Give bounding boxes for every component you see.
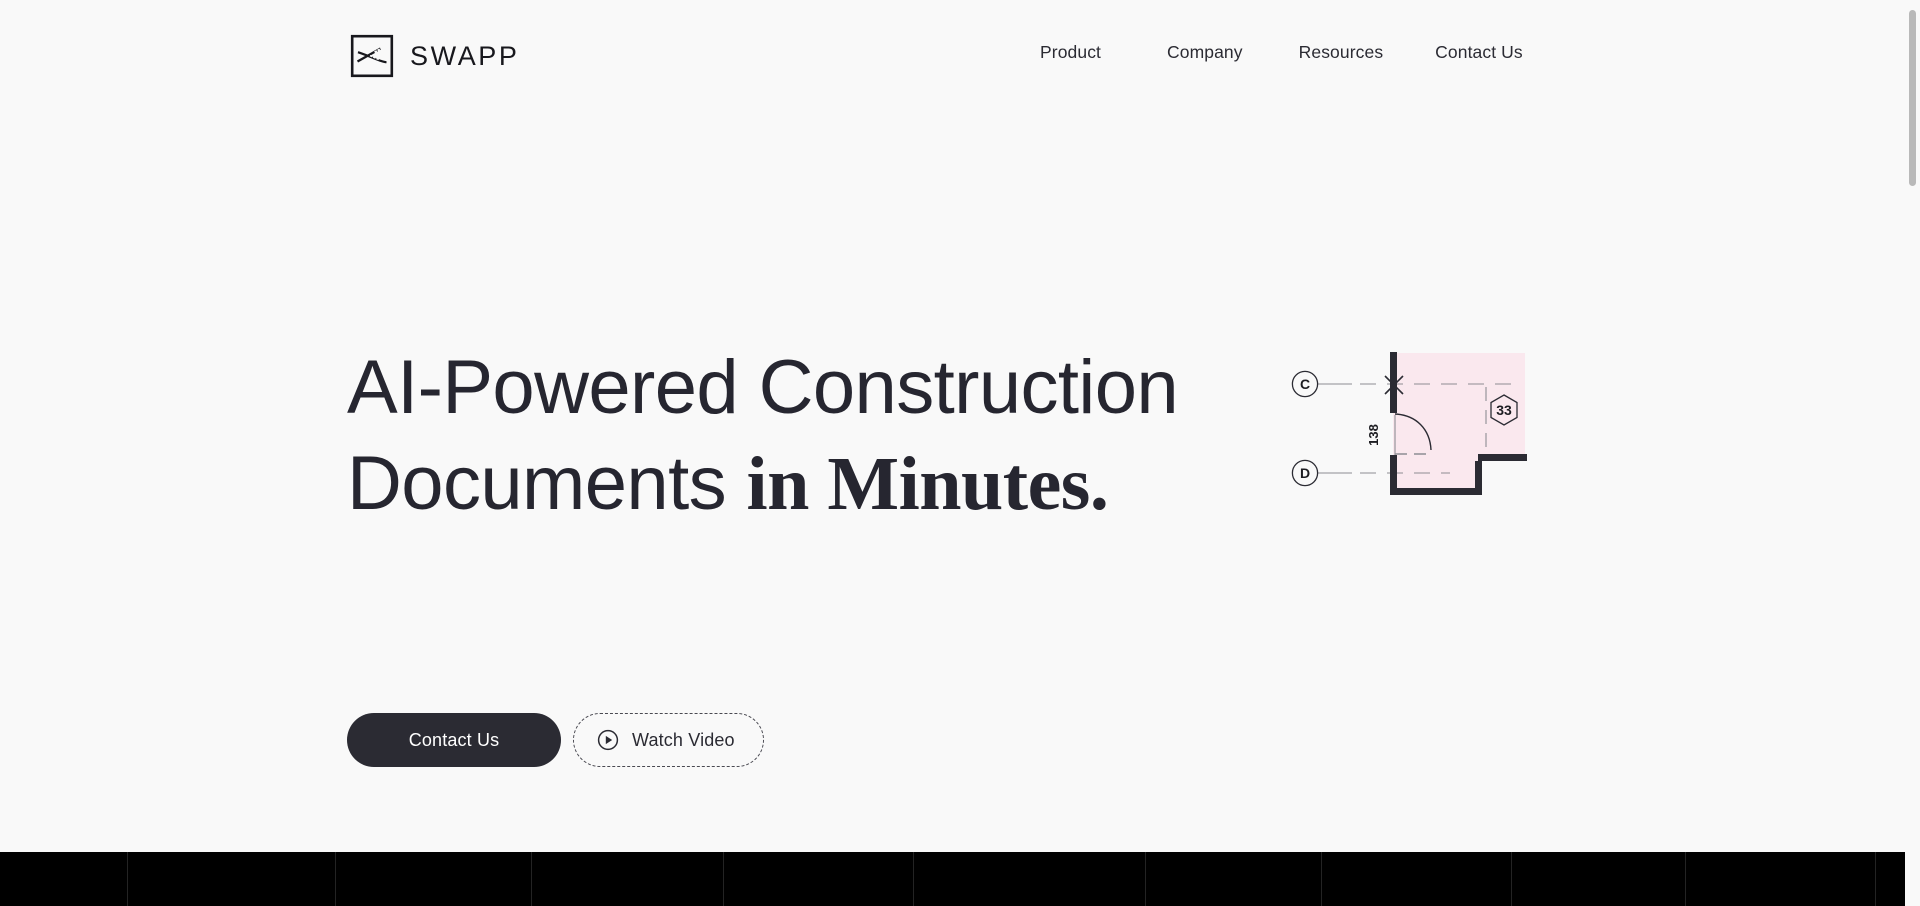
partner-logo-cell — [1512, 852, 1686, 906]
hero-actions: Contact Us Watch Video — [347, 713, 764, 767]
partner-logo-cell — [1322, 852, 1512, 906]
partner-logo-cell — [128, 852, 336, 906]
hero-copy: AI-Powered Construction Documents in Min… — [347, 340, 1307, 532]
watch-video-label: Watch Video — [632, 729, 735, 750]
play-circle-icon — [597, 729, 619, 751]
partner-logo-band — [0, 852, 1920, 906]
grid-bubble-c-label: C — [1300, 376, 1310, 392]
room-tag-hexagon: 33 — [1490, 394, 1518, 426]
headline-accent-text: in Minutes. — [746, 442, 1109, 526]
watch-video-button[interactable]: Watch Video — [573, 713, 764, 767]
brand-name: SWAPP — [410, 40, 520, 71]
hero-section: AI-Powered Construction Documents in Min… — [0, 115, 1920, 852]
partner-logo-cell — [1146, 852, 1322, 906]
headline-line-1: AI-Powered Construction — [347, 345, 1179, 430]
nav-item-company[interactable]: Company — [1167, 42, 1243, 63]
grid-bubble-c: C — [1291, 370, 1319, 398]
partner-logo-cell — [336, 852, 532, 906]
nav-item-product[interactable]: Product — [1040, 42, 1101, 63]
page-scrollbar[interactable] — [1905, 0, 1920, 906]
grid-bubble-d-label: D — [1300, 465, 1310, 481]
nav-item-contact-us[interactable]: Contact Us — [1435, 42, 1523, 63]
headline-line-2: Documents in Minutes. — [347, 436, 1307, 532]
brand-logo-link[interactable]: SWAPP — [350, 34, 520, 78]
grid-bubble-d: D — [1291, 459, 1319, 487]
partner-logo-cell — [724, 852, 914, 906]
partner-logo-cell — [532, 852, 724, 906]
site-header: SWAPP Product Company Resources Contact … — [0, 0, 1920, 115]
partner-logo-cell — [914, 852, 1146, 906]
page-title: AI-Powered Construction Documents in Min… — [347, 340, 1307, 532]
swapp-square-logo-icon — [350, 34, 394, 78]
main-navigation: Product Company Resources Contact Us — [1040, 42, 1523, 63]
partner-logo-cell — [1686, 852, 1876, 906]
dimension-label: 138 — [1366, 424, 1381, 446]
headline-regular-text: Documents — [347, 441, 747, 526]
scrollbar-thumb[interactable] — [1909, 10, 1916, 186]
room-tag-label: 33 — [1496, 402, 1512, 418]
nav-item-resources[interactable]: Resources — [1299, 42, 1384, 63]
partner-logo-cell — [0, 852, 128, 906]
floorplan-graphic: 138 C D 33 — [1290, 343, 1590, 573]
contact-us-button[interactable]: Contact Us — [347, 713, 561, 767]
